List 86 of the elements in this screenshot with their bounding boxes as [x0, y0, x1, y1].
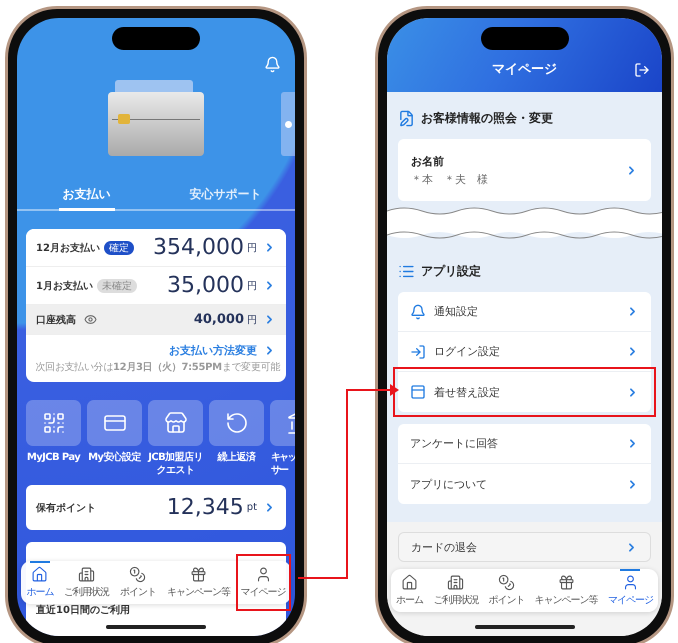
tab-label: ポイント [120, 586, 156, 599]
store-icon [164, 411, 188, 435]
row-label: ログイン設定 [434, 344, 501, 359]
shortcut-label: My安心設定 [87, 451, 142, 464]
logout-icon[interactable] [634, 62, 650, 78]
points-value: 12,345 [166, 495, 244, 520]
home-icon [401, 574, 418, 591]
section-title: アプリ設定 [421, 263, 481, 280]
building-icon [78, 566, 96, 583]
settings-row[interactable]: ログイン設定 [398, 332, 651, 372]
coins-icon [498, 574, 515, 591]
status-badge: 確定 [104, 240, 134, 254]
tab-bar-item[interactable]: ポイント [114, 561, 161, 604]
recent-usage-title: 直近10日間のご利用 [36, 605, 130, 616]
row-label: 1月お支払い [36, 280, 93, 292]
settings-row[interactable]: アプリについて [398, 464, 651, 504]
shortcut-label: JCB加盟店リクエスト [146, 451, 204, 477]
shortcut-tile[interactable] [87, 400, 142, 446]
section-title: お客様情報の照会・変更 [421, 110, 553, 127]
home-icon [31, 566, 48, 583]
settings-row[interactable]: アンケートに回答 [398, 424, 651, 464]
gift-icon [558, 574, 575, 591]
tab-label: マイページ [240, 586, 286, 599]
settings-row[interactable]: 通知設定 [398, 292, 651, 332]
document-edit-icon [398, 110, 415, 127]
list-icon [398, 263, 415, 280]
shortcut-tile[interactable] [209, 400, 264, 446]
tab-bar-item[interactable]: ご利用状況 [428, 569, 484, 612]
bell-icon[interactable] [264, 56, 281, 73]
shortcut-label: 繰上返済 [216, 451, 257, 464]
currency-unit: 円 [247, 314, 257, 326]
balance-row[interactable]: 口座残高 40,000 円 [26, 305, 286, 335]
tab-bar-item[interactable]: ご利用状況 [59, 561, 114, 604]
name-value: ＊本 ＊夫 様 [411, 172, 489, 186]
row-label: アンケートに回答 [410, 436, 499, 451]
signboard-icon [410, 384, 426, 400]
row-label: アプリについて [410, 476, 488, 492]
bell-icon [410, 304, 426, 320]
amount: 35,000 [167, 273, 244, 298]
tab-bar-item[interactable]: ポイント [483, 569, 530, 612]
name-card[interactable]: お名前 ＊本 ＊夫 様 [398, 139, 651, 201]
amount: 354,000 [153, 235, 244, 260]
credit-card-image[interactable] [108, 92, 204, 156]
points-unit: pt [246, 502, 257, 513]
currency-unit: 円 [247, 242, 257, 254]
gift-icon [190, 566, 207, 583]
coins-icon [129, 566, 146, 583]
tab-label: ご利用状況 [433, 594, 478, 607]
shortcut-label: MyJCB Pay [26, 451, 82, 464]
row-label: 12月お支払い [36, 242, 100, 254]
settings-row[interactable]: 着せ替え設定 [398, 372, 651, 412]
tab-bar-item[interactable]: キャンペーン等 [162, 561, 235, 604]
row-label: カードの退会 [411, 540, 478, 554]
tab-label: ホーム [26, 586, 54, 599]
shortcut-tile[interactable] [26, 400, 81, 446]
tab-bar-item[interactable]: ホーム [391, 569, 428, 612]
tab-bar-item[interactable]: マイページ [236, 554, 291, 611]
tab-bar-item[interactable]: マイページ [602, 569, 658, 612]
row-label: 通知設定 [434, 304, 479, 319]
cancel-card[interactable]: カードの退会 [398, 532, 651, 562]
tab-label: ホーム [396, 594, 424, 607]
shortcut-tile[interactable] [148, 400, 203, 446]
tab-label: ポイント [488, 594, 524, 607]
row-label: 着せ替え設定 [434, 384, 501, 400]
building-icon [447, 574, 464, 591]
tab-label: キャンペーン等 [166, 586, 230, 599]
points-label: 保有ポイント [36, 502, 96, 514]
payment-method-link[interactable]: お支払い方法変更 [169, 343, 257, 358]
amount: 40,000 [194, 312, 244, 327]
tab-label: マイページ [608, 594, 653, 607]
payment-note: 次回お支払い分は12月3日（火）7:55PMまで変更可能 [34, 360, 282, 375]
tab-bar-item[interactable]: キャンペーン等 [530, 569, 603, 612]
page-title: マイページ [492, 61, 557, 78]
status-badge: 未確定 [96, 278, 137, 292]
name-label: お名前 [411, 154, 445, 168]
login-icon [410, 344, 426, 360]
rotate-icon [224, 411, 248, 435]
tab-bar-item[interactable]: ホーム [21, 561, 58, 604]
currency-unit: 円 [247, 280, 257, 292]
row-label: 口座残高 [36, 313, 76, 326]
qr-code-icon [42, 411, 66, 435]
tab-label: ご利用状況 [64, 586, 110, 599]
eye-icon[interactable] [84, 313, 97, 326]
next-card-peek[interactable] [281, 92, 295, 156]
tab-label: キャンペーン等 [534, 594, 598, 607]
shortcut-label: キャッサー [271, 451, 295, 477]
